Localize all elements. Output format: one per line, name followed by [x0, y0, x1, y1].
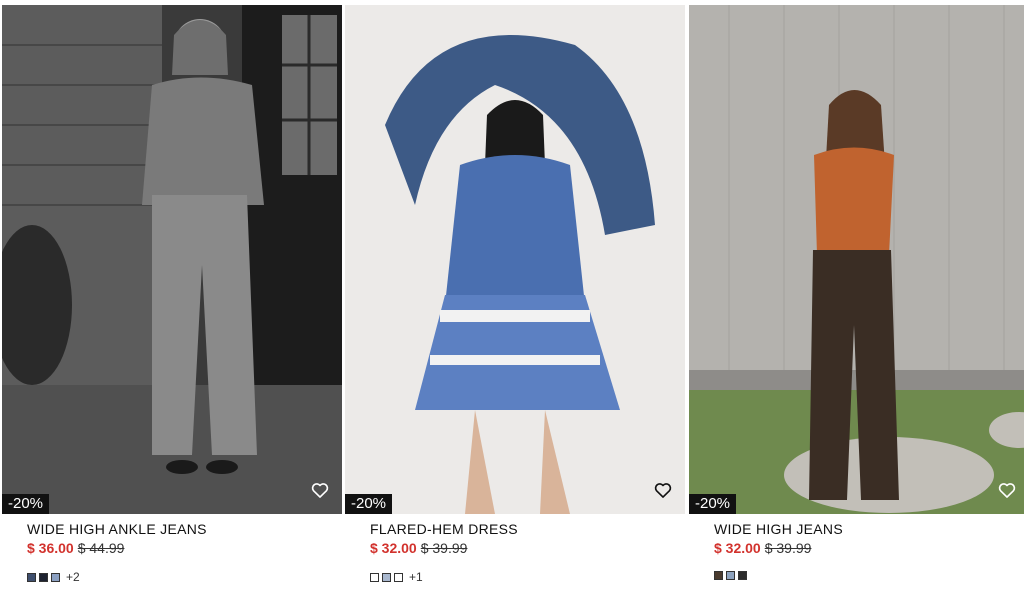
product-card[interactable]: -20% WIDE HIGH ANKLE JEANS $ 36.00 $ 44.9…: [2, 0, 342, 589]
product-info: WIDE HIGH ANKLE JEANS $ 36.00 $ 44.99 +2: [27, 520, 327, 583]
more-colors-count[interactable]: +2: [66, 571, 80, 583]
product-name[interactable]: WIDE HIGH JEANS: [714, 520, 1014, 538]
heart-outline-icon[interactable]: [997, 480, 1017, 500]
product-card[interactable]: -20% FLARED-HEM DRESS $ 32.00 $ 39.99 +1: [345, 0, 685, 589]
heart-outline-icon[interactable]: [310, 480, 330, 500]
color-swatch[interactable]: [382, 572, 391, 582]
original-price: $ 39.99: [764, 540, 812, 556]
color-swatch[interactable]: [370, 572, 379, 582]
original-price: $ 39.99: [420, 540, 468, 556]
color-swatch[interactable]: [726, 571, 735, 580]
color-swatch[interactable]: [39, 572, 48, 582]
color-swatch[interactable]: [27, 572, 36, 582]
color-swatch[interactable]: [51, 572, 60, 582]
color-swatch[interactable]: [714, 571, 723, 580]
discount-badge: -20%: [345, 494, 393, 514]
sale-price: $ 36.00: [27, 540, 74, 556]
color-swatch[interactable]: [394, 572, 403, 582]
heart-outline-icon[interactable]: [653, 480, 673, 500]
product-info: WIDE HIGH JEANS $ 32.00 $ 39.99: [714, 520, 1014, 580]
product-info: FLARED-HEM DRESS $ 32.00 $ 39.99 +1: [370, 520, 670, 583]
product-image-wide-high-ankle-jeans[interactable]: -20%: [2, 5, 342, 514]
original-price: $ 44.99: [77, 540, 125, 556]
discount-badge: -20%: [2, 494, 50, 514]
product-name[interactable]: FLARED-HEM DRESS: [370, 520, 670, 538]
discount-badge: -20%: [689, 494, 737, 514]
color-swatch[interactable]: [738, 571, 747, 580]
product-card[interactable]: -20% WIDE HIGH JEANS $ 32.00 $ 39.99: [689, 0, 1024, 589]
sale-price: $ 32.00: [714, 540, 761, 556]
product-price: $ 32.00 $ 39.99: [714, 539, 1014, 557]
product-grid: -20% WIDE HIGH ANKLE JEANS $ 36.00 $ 44.9…: [0, 0, 1024, 589]
product-image-flared-hem-dress[interactable]: -20%: [345, 5, 685, 514]
color-swatches: [714, 571, 1014, 580]
product-price: $ 36.00 $ 44.99: [27, 539, 327, 557]
product-image-wide-high-jeans[interactable]: -20%: [689, 5, 1024, 514]
color-swatches: +2: [27, 571, 327, 583]
more-colors-count[interactable]: +1: [409, 571, 423, 583]
product-price: $ 32.00 $ 39.99: [370, 539, 670, 557]
color-swatches: +1: [370, 571, 670, 583]
product-name[interactable]: WIDE HIGH ANKLE JEANS: [27, 520, 327, 538]
sale-price: $ 32.00: [370, 540, 417, 556]
